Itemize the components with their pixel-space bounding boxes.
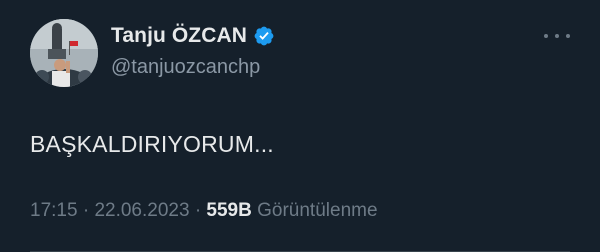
author-handle[interactable]: @tanjuozcanchp — [111, 56, 260, 79]
meta-separator: · — [82, 200, 90, 221]
meta-separator: · — [194, 200, 202, 221]
views-label: Görüntülenme — [257, 200, 378, 221]
tweet-text: BAŞKALDIRIYORUM... — [30, 131, 274, 157]
more-options-icon[interactable] — [544, 26, 570, 46]
tweet-date[interactable]: 22.06.2023 — [94, 200, 189, 221]
dot-icon — [544, 34, 548, 38]
avatar[interactable] — [30, 19, 98, 87]
verified-badge-icon[interactable] — [253, 25, 275, 47]
tweet-meta: 17:15 · 22.06.2023 · 559B Görüntülenme — [30, 200, 378, 222]
author-display-name[interactable]: Tanju ÖZCAN — [111, 24, 247, 48]
views-count[interactable]: 559B — [206, 200, 251, 221]
dot-icon — [555, 34, 559, 38]
tweet-card: Tanju ÖZCAN @tanjuozcanchp BAŞKALDIRIYOR… — [0, 0, 600, 252]
avatar-image — [30, 19, 98, 87]
tweet-time[interactable]: 17:15 — [30, 200, 78, 221]
author-name-row: Tanju ÖZCAN — [111, 24, 275, 48]
dot-icon — [566, 34, 570, 38]
